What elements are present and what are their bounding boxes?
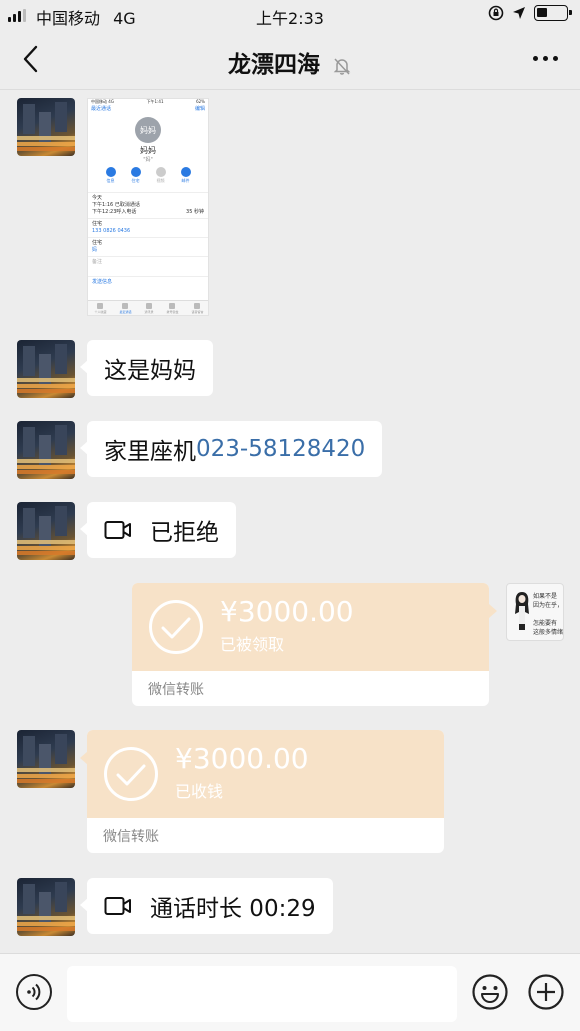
shot-header: 最近通话 编辑 — [88, 105, 208, 113]
message-text: 这是妈妈 — [104, 358, 196, 384]
shot-contact-name: 妈妈 — [140, 146, 156, 155]
shot-home-value: 133 0826 0436 — [92, 228, 131, 234]
contact-avatar[interactable] — [17, 340, 75, 398]
shot-edit: 编辑 — [194, 106, 205, 112]
shot-time: 下午1:41 — [146, 99, 164, 104]
image-message[interactable]: 中国移动 4G 下午1:41 62% 最近通话 编辑 妈妈 妈妈 "妈" 信息 … — [87, 98, 209, 316]
transfer-status: 已收钱 — [175, 782, 224, 801]
battery-icon — [534, 5, 572, 21]
shot-call-duration: 35 秒钟 — [186, 209, 204, 215]
shot-avatar: 妈妈 — [135, 117, 161, 143]
transfer-amount: ¥3000.00 — [220, 595, 354, 628]
call-message[interactable]: 通话时长 00:29 — [80, 878, 333, 934]
shot-contact-sub: "妈" — [143, 157, 153, 163]
shot-action: 信息 — [105, 167, 116, 184]
transfer-status: 已被领取 — [220, 635, 285, 654]
check-icon — [104, 747, 158, 801]
transfer-amount: ¥3000.00 — [175, 742, 309, 775]
message-input[interactable] — [67, 966, 457, 1022]
shot-call-row: 下午1:16 已取消通话 — [92, 202, 140, 208]
plus-icon[interactable] — [528, 974, 564, 1010]
shot-send-message: 发送信息 — [88, 276, 208, 288]
message-text: 家里座机 — [104, 439, 196, 465]
transfer-card[interactable]: ¥3000.00 已收钱 微信转账 — [87, 730, 444, 853]
shot-back: 最近通话 — [91, 106, 112, 112]
rotation-lock-icon — [488, 5, 504, 21]
text-message[interactable]: 这是妈妈 — [80, 340, 213, 396]
location-icon — [513, 7, 525, 19]
chat-header: 龙漂四海 — [0, 30, 580, 90]
shot-home-label-2: 住宅 — [92, 240, 103, 246]
bubble-tail — [489, 604, 497, 618]
contact-avatar[interactable] — [17, 502, 75, 560]
shot-tab: 语音留言 — [191, 303, 203, 314]
call-status: 已拒绝 — [150, 520, 219, 546]
shot-action: 邮件 — [180, 167, 191, 184]
transfer-card[interactable]: ¥3000.00 已被领取 微信转账 — [132, 583, 489, 706]
video-call-icon — [104, 897, 131, 915]
shot-actions: 信息 住宅 视频 邮件 — [88, 163, 208, 186]
shot-home-value-2: 妈 — [92, 247, 98, 253]
voice-wave-icon — [27, 983, 41, 1001]
shot-call-history: 今天 下午1:16 已取消通话 下午12:23呼入电话 35 秒钟 — [88, 192, 208, 218]
transfer-top: ¥3000.00 已收钱 — [87, 730, 444, 818]
shot-today: 今天 — [92, 195, 103, 201]
chat-title-wrap: 龙漂四海 — [0, 45, 580, 79]
check-icon — [149, 600, 203, 654]
contact-avatar[interactable] — [17, 730, 75, 788]
phone-link[interactable]: 023-58128420 — [196, 436, 365, 462]
shot-home-label: 住宅 — [92, 221, 103, 227]
shot-tab: 最近通话 — [119, 303, 131, 314]
video-call-icon — [104, 521, 131, 539]
emoji-icon[interactable] — [472, 974, 508, 1010]
input-bar — [0, 953, 580, 1031]
chat-title: 龙漂四海 — [227, 52, 320, 78]
transfer-top: ¥3000.00 已被领取 — [132, 583, 489, 671]
voice-icon[interactable] — [16, 974, 52, 1010]
call-duration: 通话时长 00:29 — [150, 896, 316, 922]
shot-tabbar: 个人收藏 最近通话 通讯录 拨号键盘 语音留言 — [88, 300, 208, 315]
shot-action: 视频 — [155, 167, 166, 184]
status-right — [488, 5, 572, 21]
shot-call-row: 下午12:23呼入电话 — [92, 209, 137, 215]
contact-avatar[interactable] — [17, 878, 75, 936]
contact-avatar[interactable] — [17, 98, 75, 156]
contact-avatar[interactable] — [17, 421, 75, 479]
transfer-footer: 微信转账 — [148, 681, 204, 698]
avatar-caption: 如果不是 因为在乎， 怎能要有 这般多情绪 — [533, 593, 564, 636]
shot-tab: 通讯录 — [144, 303, 153, 314]
shot-home-number: 住宅 133 0826 0436 — [88, 218, 208, 237]
transfer-footer: 微信转账 — [103, 828, 159, 845]
girl-figure-icon — [515, 592, 529, 630]
text-message[interactable]: 家里座机 023-58128420 — [79, 421, 383, 477]
my-avatar[interactable]: 如果不是 因为在乎， 怎能要有 这般多情绪 — [506, 583, 564, 641]
shot-home-2: 住宅 妈 — [88, 237, 208, 256]
shot-tab: 拨号键盘 — [166, 303, 178, 314]
shot-tab: 个人收藏 — [94, 303, 106, 314]
shot-action: 住宅 — [130, 167, 141, 184]
status-bar: 中国移动 4G 上午2:33 — [0, 0, 580, 30]
call-message[interactable]: 已拒绝 — [80, 502, 236, 558]
shot-notes: 备注 — [88, 256, 208, 268]
mute-bell-icon — [333, 57, 351, 75]
more-icon[interactable] — [533, 56, 558, 61]
